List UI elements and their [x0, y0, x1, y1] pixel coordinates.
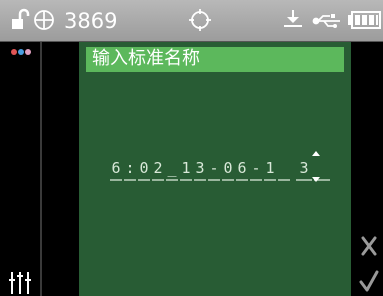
name-char[interactable]: -	[250, 159, 262, 177]
crosshair-icon	[189, 9, 211, 31]
dialog-title-bar: 输入标准名称	[86, 47, 344, 72]
name-char[interactable]: 6	[110, 159, 122, 177]
usb-icon	[312, 14, 340, 28]
left-spacer	[39, 42, 79, 296]
name-char[interactable]: -	[208, 159, 220, 177]
name-char[interactable]: 3	[194, 159, 206, 177]
dialog-title: 输入标准名称	[92, 48, 200, 69]
device-id-label: 3869	[64, 9, 118, 33]
name-char[interactable]: 0	[138, 159, 150, 177]
name-char[interactable]: 1	[264, 159, 276, 177]
color-dots-icon[interactable]	[11, 49, 31, 55]
download-icon	[284, 10, 302, 27]
name-char[interactable]: :	[124, 159, 136, 177]
target-icon	[34, 10, 54, 30]
sliders-icon[interactable]	[9, 272, 31, 294]
lock-open-icon	[12, 8, 30, 29]
name-char-active[interactable]: 3	[298, 159, 310, 177]
name-char[interactable]: _	[166, 159, 178, 177]
confirm-icon[interactable]	[359, 270, 379, 292]
left-divider	[40, 42, 42, 296]
cancel-icon[interactable]	[361, 236, 377, 256]
status-bar: 3869	[0, 0, 383, 42]
name-char[interactable]: 1	[180, 159, 192, 177]
battery-icon	[348, 11, 381, 29]
name-char[interactable]: 2	[152, 159, 164, 177]
name-char[interactable]: 0	[222, 159, 234, 177]
name-char[interactable]: 6	[236, 159, 248, 177]
